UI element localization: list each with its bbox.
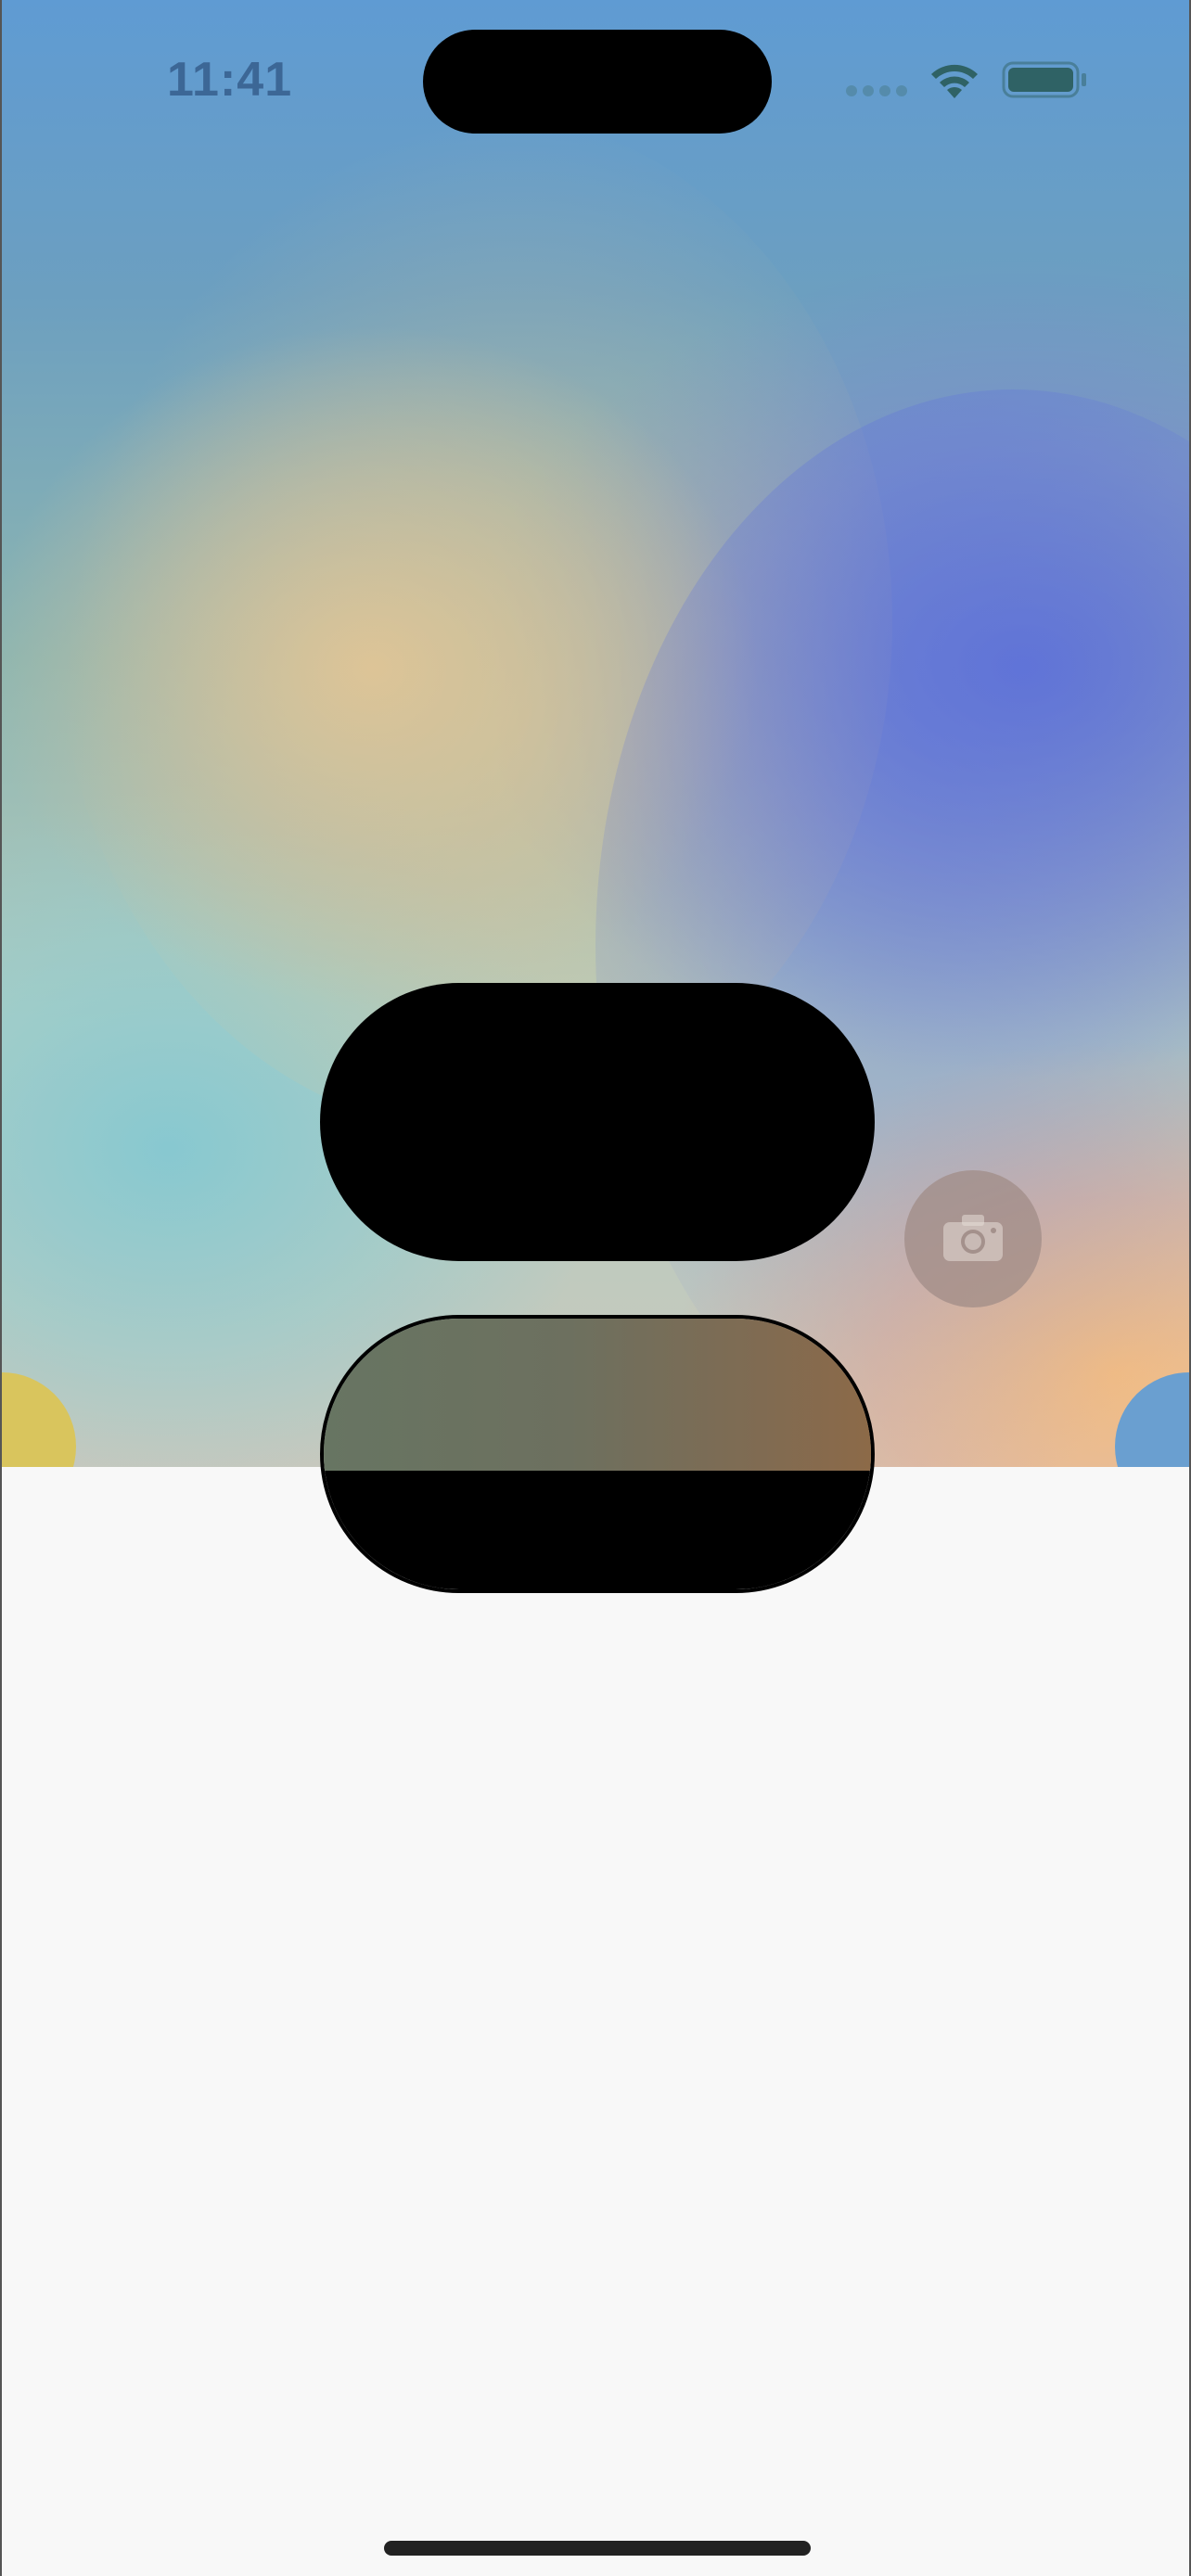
status-bar: 11:41 xyxy=(2,0,1189,158)
pill-translucent-section xyxy=(324,1319,871,1471)
camera-button[interactable] xyxy=(904,1170,1042,1307)
battery-icon xyxy=(1002,61,1089,98)
wallpaper-corner-yellow xyxy=(2,1372,76,1467)
pill-solid-section xyxy=(324,1471,871,1589)
camera-icon xyxy=(943,1215,1003,1261)
dynamic-island xyxy=(423,30,772,134)
status-time: 11:41 xyxy=(167,53,293,107)
cellular-signal-icon xyxy=(846,85,911,98)
redacted-pill-top xyxy=(320,983,875,1261)
phone-screen: 11:41 xyxy=(0,0,1191,2576)
home-indicator[interactable] xyxy=(384,2541,811,2556)
wifi-icon xyxy=(926,57,983,100)
redacted-pill-bottom xyxy=(320,1315,875,1593)
